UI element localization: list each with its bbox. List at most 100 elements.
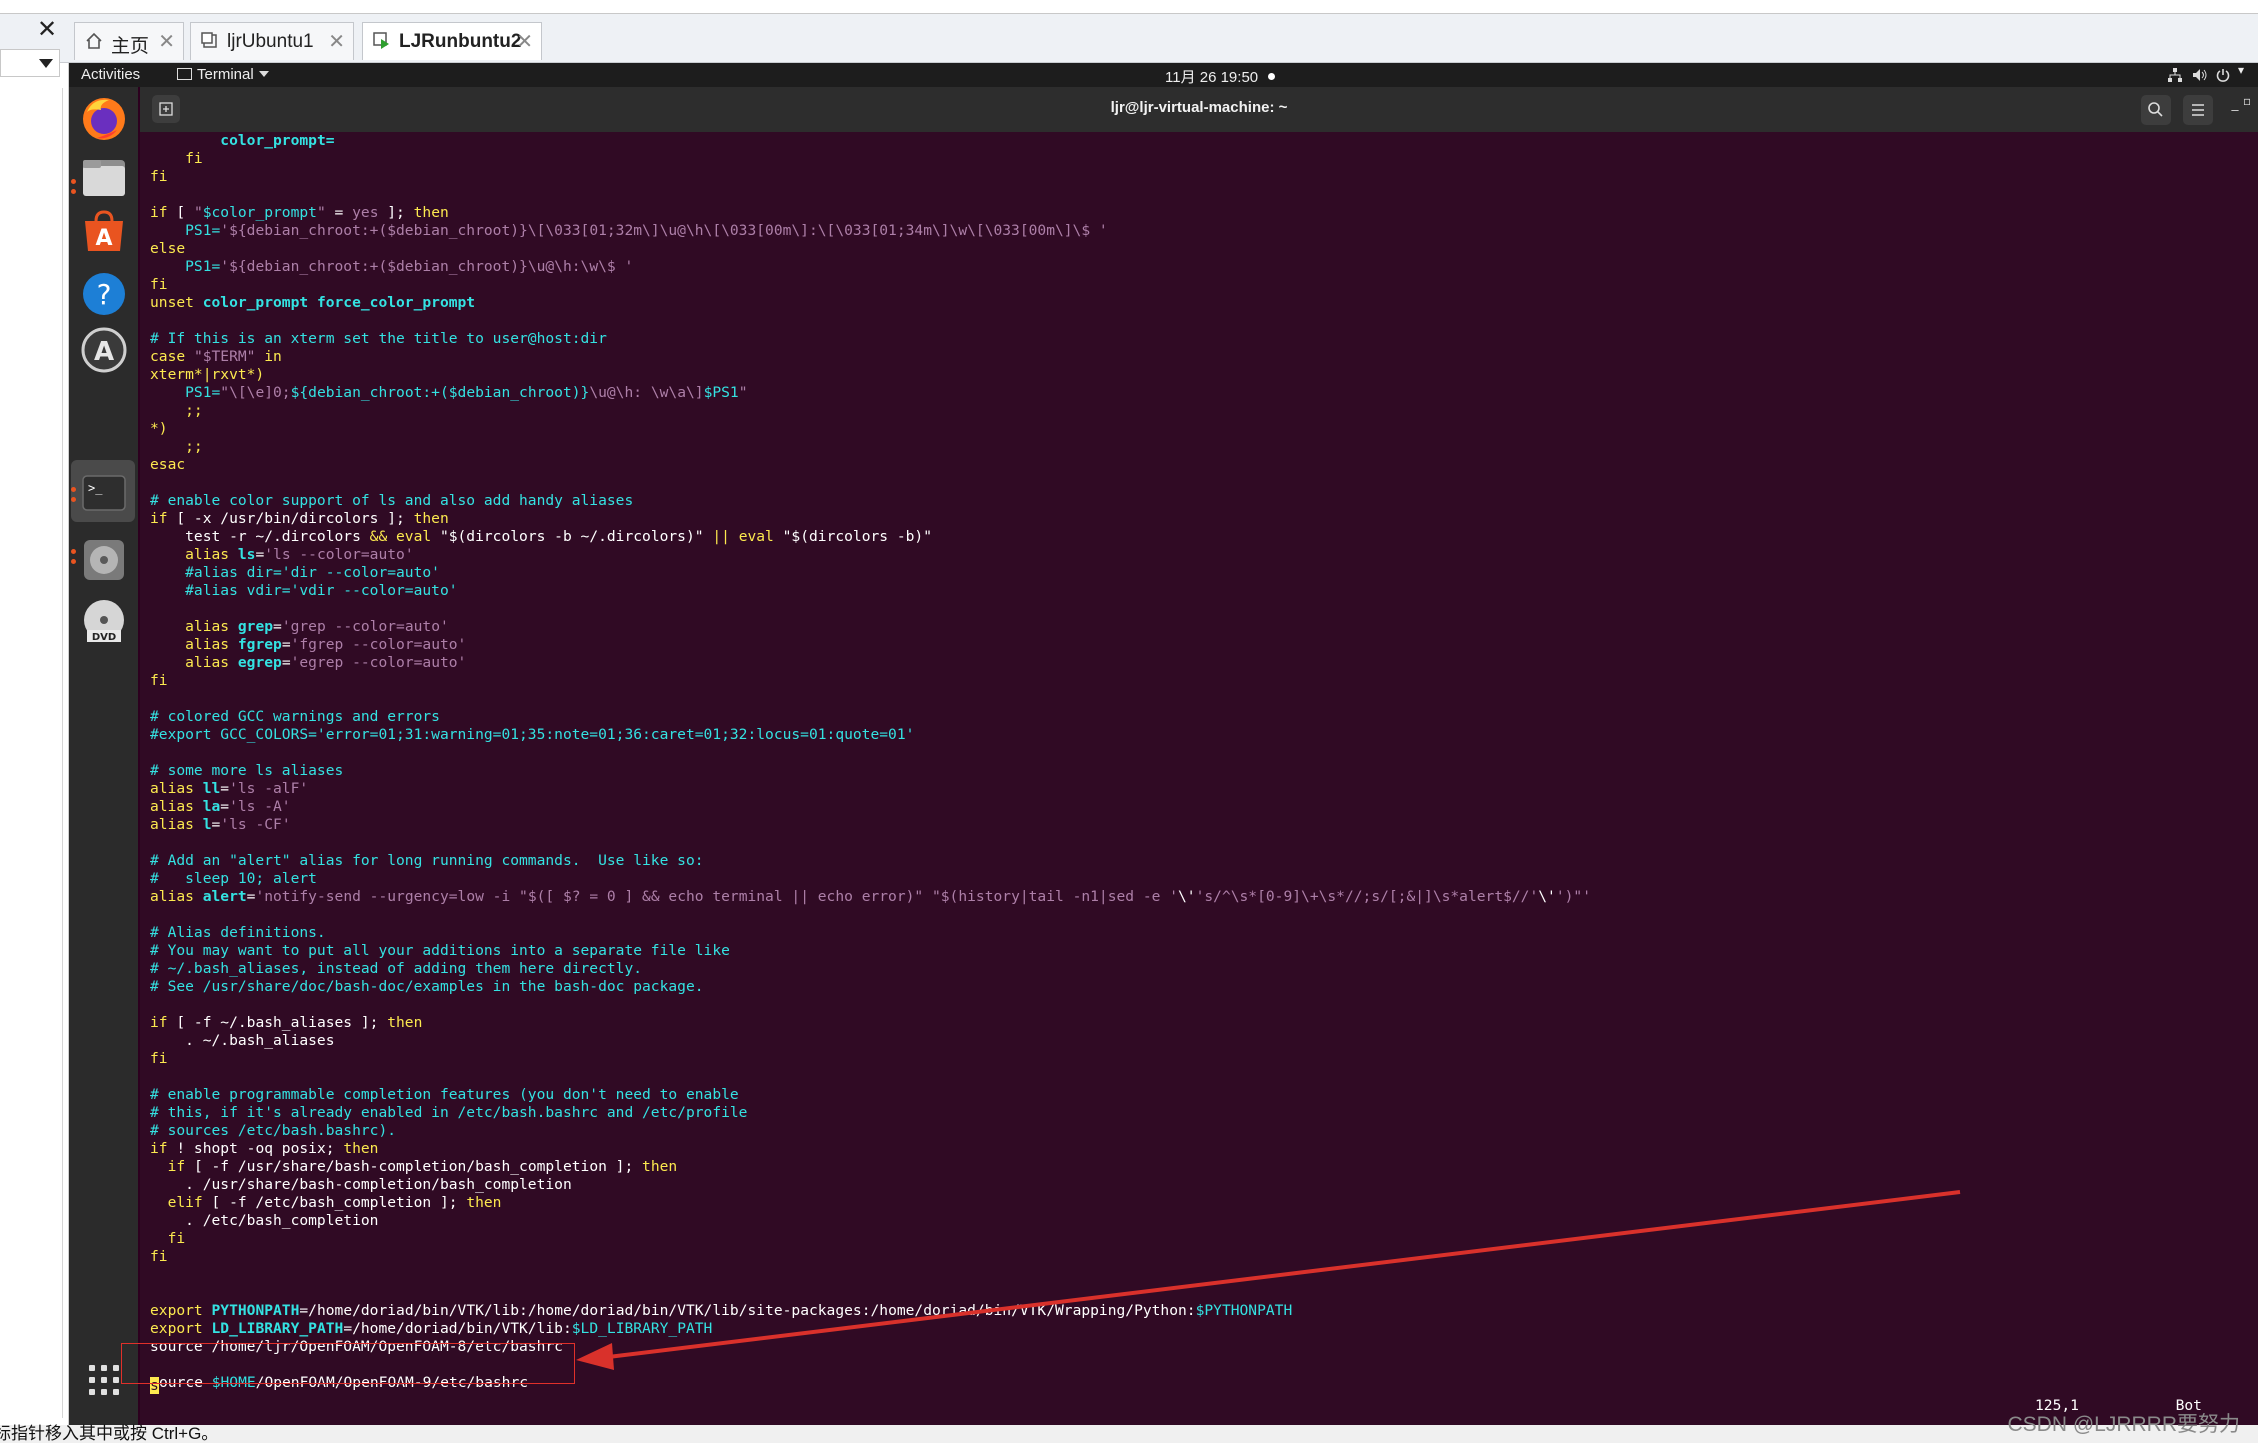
terminal-window[interactable]: ljr@ljr-virtual-machine: ~ – color_promp… (140, 87, 2258, 1425)
code-token: #alias dir='dir --color=auto' (150, 564, 440, 581)
svg-text:DVD: DVD (92, 632, 116, 643)
running-indicator (71, 497, 76, 502)
terminal-line: #alias dir='dir --color=auto' (150, 564, 440, 582)
vm-display[interactable]: Activities Terminal 11月 26 19:50 ▾ A ? A… (69, 63, 2258, 1425)
terminal-line: alias ll='ls -alF' (150, 780, 308, 798)
chevron-down-icon: ▾ (2238, 63, 2245, 77)
code-token: # enable color support of ls and also ad… (150, 492, 634, 509)
terminal-line: *) (150, 420, 168, 438)
code-token: \u@\h: \w\a\] (589, 384, 704, 401)
dvd-icon[interactable]: DVD (79, 597, 129, 647)
terminal-line: fi (150, 1230, 186, 1248)
hamburger-icon (2192, 104, 2204, 116)
code-token: 's/^\s*[0-9]\+\s*//;s/[;&|]\s*alert$//' (1195, 888, 1539, 905)
code-token: PYTHONPATH (211, 1302, 300, 1319)
volume-icon (2193, 69, 2207, 81)
code-token: if (150, 1014, 168, 1031)
menu-button[interactable] (2183, 95, 2213, 125)
svg-text:A: A (94, 337, 114, 367)
tab-close-icon[interactable]: ✕ (158, 29, 175, 54)
terminal-content[interactable]: color_prompt= fi fi if [ "$color_prompt" =… (140, 132, 2258, 1425)
terminal-line: unset color_prompt force_color_prompt (150, 294, 475, 312)
tab-home[interactable]: 主页 ✕ (74, 22, 184, 60)
terminal-line: # some more ls aliases (150, 762, 343, 780)
files-icon[interactable] (79, 152, 129, 202)
terminal-line: # See /usr/share/doc/bash-doc/examples i… (150, 978, 704, 996)
code-token: then (642, 1158, 678, 1175)
terminal-line: fi (150, 672, 168, 690)
software-icon[interactable]: A (79, 207, 129, 257)
terminal-line: # Alias definitions. (150, 924, 326, 942)
search-button[interactable] (2141, 95, 2171, 125)
code-token: then (387, 1014, 423, 1031)
code-token: in (255, 348, 282, 365)
code-token: [ (167, 204, 194, 221)
activities-button[interactable]: Activities (81, 66, 140, 83)
updater-icon[interactable]: A (79, 325, 129, 375)
terminal-line: alias grep='grep --color=auto' (150, 618, 449, 636)
window-title: ljr@ljr-virtual-machine: ~ (1110, 99, 1288, 116)
library-tree[interactable] (0, 88, 63, 1418)
code-token: fi (150, 168, 168, 185)
code-token: then (413, 204, 449, 221)
vm-running-icon (373, 32, 389, 49)
maximize-icon[interactable]: ▫ (2243, 94, 2258, 112)
code-token: xterm*|rxvt*) (150, 366, 265, 383)
tab-label: ljrUbuntu1 (227, 31, 314, 52)
home-icon (86, 32, 102, 49)
code-token: 'notify-send --urgency=low -i "$([ $? = … (255, 888, 1179, 905)
code-token: # If this is an xterm set the title to u… (150, 330, 607, 347)
code-token: alias (150, 654, 238, 671)
vm-icon (201, 32, 217, 48)
terminal-line: color_prompt= (150, 132, 334, 150)
code-token: # ~/.bash_aliases, instead of adding the… (150, 960, 643, 977)
terminal-line: PS1="\[\e]0;${debian_chroot:+($debian_ch… (150, 384, 747, 402)
library-close-icon[interactable]: ✕ (32, 14, 62, 44)
power-icon (2216, 69, 2230, 82)
tab-close-icon[interactable]: ✕ (328, 29, 345, 54)
code-token: || (703, 528, 739, 545)
code-token: fi (150, 1248, 168, 1265)
code-token: =/home/doriad/bin/VTK/lib: (343, 1320, 572, 1337)
help-icon[interactable]: ? (79, 269, 129, 319)
code-token: else (150, 240, 186, 257)
terminal-line: if [ -f /usr/share/bash-completion/bash_… (150, 1158, 678, 1176)
code-token: elif (150, 1194, 203, 1211)
minimize-button[interactable]: – (2226, 101, 2244, 119)
disc-icon[interactable] (79, 535, 129, 585)
code-token: export (150, 1320, 212, 1337)
code-token: 'egrep --color=auto' (290, 654, 467, 671)
code-token: = (220, 798, 230, 815)
tab-ljrubuntu1[interactable]: ljrUbuntu1 ✕ (190, 22, 354, 60)
tab-ljrunbuntu2[interactable]: LJRunbuntu2 ✕ (362, 22, 542, 60)
code-token: 'ls -alF' (229, 780, 309, 797)
status-text: 标指针移入其中或按 Ctrl+G。 (0, 1424, 219, 1443)
code-token: if (150, 1158, 186, 1175)
code-token: alias (150, 780, 203, 797)
code-token: # See /usr/share/doc/bash-doc/examples i… (150, 978, 704, 995)
running-indicator (71, 549, 76, 554)
library-filter-dropdown[interactable] (0, 49, 60, 77)
code-token: #export GCC_COLORS='error=01;31:warning=… (150, 726, 915, 743)
terminal-line: # this, if it's already enabled in /etc/… (150, 1104, 747, 1122)
system-menu[interactable]: ▾ (2154, 63, 2254, 85)
terminal-line: . ~/.bash_aliases (150, 1032, 334, 1050)
clock[interactable]: 11月 26 19:50 (1165, 66, 1276, 87)
code-token: ;; (150, 438, 203, 455)
code-token: alias (150, 618, 238, 635)
code-token: # colored GCC warnings and errors (150, 708, 440, 725)
app-menu[interactable]: Terminal (177, 66, 269, 83)
code-token: && (369, 528, 388, 545)
tab-close-icon[interactable]: ✕ (516, 29, 533, 54)
tab-label: LJRunbuntu2 (399, 31, 522, 52)
terminal-line: alias alert='notify-send --urgency=low -… (150, 888, 1591, 906)
terminal-icon[interactable]: >_ (79, 468, 129, 518)
terminal-line: if [ "$color_prompt" = yes ]; then (150, 204, 449, 222)
code-token: ll (202, 780, 221, 797)
search-icon (2148, 102, 2163, 117)
terminal-line: # sources /etc/bash.bashrc). (150, 1122, 396, 1140)
show-applications-icon[interactable] (89, 1365, 119, 1395)
code-token: # enable programmable completion feature… (150, 1086, 739, 1103)
firefox-icon[interactable] (79, 94, 129, 144)
code-token: fgrep (237, 636, 282, 653)
